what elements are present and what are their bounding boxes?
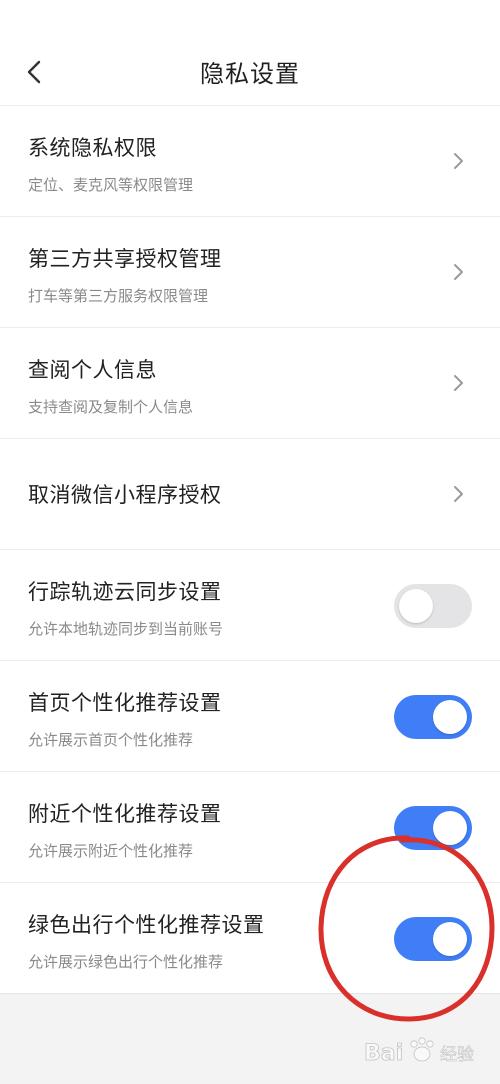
item-title: 取消微信小程序授权 [28,483,222,507]
item-title: 系统隐私权限 [28,136,157,160]
chevron-right-icon [454,486,463,502]
chevron-right-icon [454,264,463,280]
toggle-knob [399,589,433,623]
settings-item-track-cloud-sync: 行踪轨迹云同步设置 允许本地轨迹同步到当前账号 [0,550,500,661]
item-title: 附近个性化推荐设置 [28,802,222,826]
item-title: 第三方共享授权管理 [28,247,222,271]
item-title: 查阅个人信息 [28,358,157,382]
settings-item-cancel-wechat-auth[interactable]: 取消微信小程序授权 [0,439,500,550]
settings-list: 系统隐私权限 定位、麦克风等权限管理 第三方共享授权管理 打车等第三方服务权限管… [0,106,500,994]
item-subtitle: 允许展示首页个性化推荐 [28,731,194,749]
settings-item-third-party[interactable]: 第三方共享授权管理 打车等第三方服务权限管理 [0,217,500,328]
toggle-knob [433,811,467,845]
page-title: 隐私设置 [200,60,300,88]
item-subtitle: 允许展示附近个性化推荐 [28,842,194,860]
settings-item-home-recommend: 首页个性化推荐设置 允许展示首页个性化推荐 [0,661,500,772]
settings-item-view-personal-info[interactable]: 查阅个人信息 支持查阅及复制个人信息 [0,328,500,439]
chevron-right-icon [454,153,463,169]
item-subtitle: 支持查阅及复制个人信息 [28,398,194,416]
settings-item-system-privacy[interactable]: 系统隐私权限 定位、麦克风等权限管理 [0,106,500,217]
svg-text:Bai: Bai [364,1041,403,1066]
item-title: 绿色出行个性化推荐设置 [28,913,265,937]
toggle-knob [433,700,467,734]
home-recommend-toggle[interactable] [394,695,472,739]
track-sync-toggle[interactable] [394,584,472,628]
settings-item-green-travel-recommend: 绿色出行个性化推荐设置 允许展示绿色出行个性化推荐 [0,883,500,994]
nearby-recommend-toggle[interactable] [394,806,472,850]
watermark-logo: Bai 经验 [364,1037,474,1066]
green-travel-recommend-toggle[interactable] [394,917,472,961]
item-subtitle: 允许展示绿色出行个性化推荐 [28,953,224,971]
item-title: 首页个性化推荐设置 [28,691,222,715]
settings-item-nearby-recommend: 附近个性化推荐设置 允许展示附近个性化推荐 [0,772,500,883]
item-title: 行踪轨迹云同步设置 [28,580,222,604]
toggle-knob [433,922,467,956]
chevron-right-icon [454,375,463,391]
item-subtitle: 定位、麦克风等权限管理 [28,176,194,194]
item-subtitle: 打车等第三方服务权限管理 [28,287,209,305]
item-subtitle: 允许本地轨迹同步到当前账号 [28,620,224,638]
header-bar: 隐私设置 [0,0,500,106]
svg-text:经验: 经验 [440,1045,474,1065]
